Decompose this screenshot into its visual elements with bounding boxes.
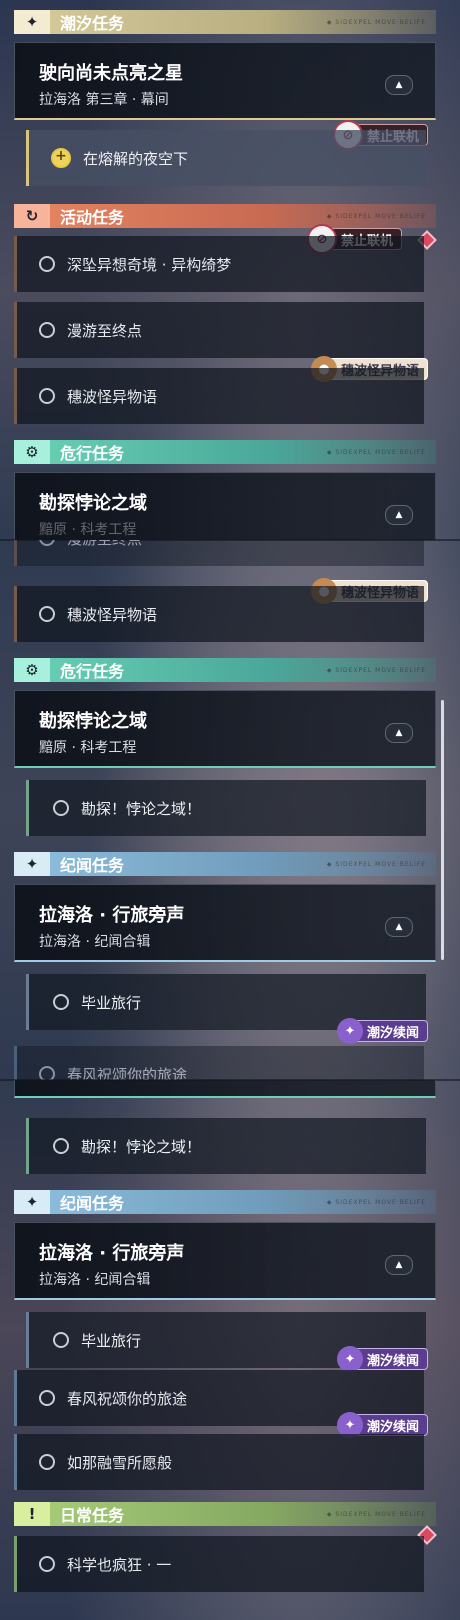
circle-icon bbox=[39, 256, 55, 272]
section-header-daily[interactable]: ! 日常任务 ◆ SIDEXPEL MOVE·BELIFE bbox=[14, 1502, 436, 1526]
scrollbar[interactable] bbox=[441, 700, 444, 960]
section-header-tide[interactable]: ✦ 潮汐任务 ◆ SIDEXPEL MOVE·BELIFE bbox=[14, 10, 436, 34]
chevron-up-icon[interactable]: ▲ bbox=[385, 75, 413, 95]
tide-icon: ✦ bbox=[337, 1018, 363, 1044]
section-title: 纪闻任务 bbox=[60, 1194, 125, 1213]
circle-icon bbox=[39, 322, 55, 338]
quest-card-risk[interactable]: 勘探悖论之域 黯原 · 科考工程 ▲ bbox=[14, 690, 436, 768]
gear-icon: ⚙ bbox=[14, 658, 50, 682]
list-item-news[interactable]: 春风祝颂你的旅途 bbox=[14, 1046, 424, 1080]
section-header-risk[interactable]: ⚙ 危行任务 ◆ SIDEXPEL MOVE·BELIFE bbox=[14, 440, 436, 464]
quest-card-news[interactable]: 拉海洛 · 行旅旁声 拉海洛 · 纪闻合辑 ▲ bbox=[14, 1222, 436, 1300]
quest-title: 勘探悖论之域 bbox=[39, 493, 147, 514]
list-item-daily[interactable]: 科学也疯狂 · 一 bbox=[14, 1536, 424, 1592]
section-deco-text: ◆ SIDEXPEL MOVE·BELIFE bbox=[326, 1510, 426, 1518]
quest-title: 拉海洛 · 行旅旁声 bbox=[39, 905, 185, 926]
section-deco-text: ◆ SIDEXPEL MOVE·BELIFE bbox=[326, 666, 426, 674]
quest-panel-view-2: 漫游至终点 ● 穗波怪异物语 穗波怪异物语 ⚙ 危行任务 ◆ SIDEXPEL … bbox=[0, 540, 460, 1080]
quest-subtitle: 拉海洛 · 纪闻合辑 bbox=[39, 934, 151, 950]
section-deco-text: ◆ SIDEXPEL MOVE·BELIFE bbox=[326, 212, 426, 220]
quest-title: 拉海洛 · 行旅旁声 bbox=[39, 1243, 185, 1264]
circle-icon bbox=[53, 800, 69, 816]
quest-subtitle: 黯原 · 科考工程 bbox=[39, 740, 137, 756]
section-title: 危行任务 bbox=[60, 662, 125, 681]
quest-step-active[interactable]: 在熔解的夜空下 bbox=[26, 130, 426, 186]
list-item-activity[interactable]: 穗波怪异物语 bbox=[14, 586, 424, 642]
circle-icon bbox=[39, 606, 55, 622]
circle-icon bbox=[39, 1390, 55, 1406]
quest-card-risk[interactable]: 勘探悖论之域 黯原 · 科考工程 ▲ bbox=[14, 472, 436, 540]
list-item-activity[interactable]: 穗波怪异物语 bbox=[14, 368, 424, 424]
section-deco-text: ◆ SIDEXPEL MOVE·BELIFE bbox=[326, 448, 426, 456]
gear-icon: ⚙ bbox=[14, 440, 50, 464]
section-header-risk[interactable]: ⚙ 危行任务 ◆ SIDEXPEL MOVE·BELIFE bbox=[14, 658, 436, 682]
circle-icon bbox=[39, 1556, 55, 1572]
section-title: 日常任务 bbox=[60, 1506, 125, 1525]
sparkle-icon: ✦ bbox=[14, 852, 50, 876]
plus-icon bbox=[51, 148, 71, 168]
chevron-up-icon[interactable]: ▲ bbox=[385, 505, 413, 525]
badge-tides-sequel: ✦ 潮汐续闻 bbox=[337, 1018, 429, 1044]
list-item-activity[interactable]: 深坠异想奇境 · 异构绮梦 bbox=[14, 236, 424, 292]
sparkle-icon: ✦ bbox=[14, 1190, 50, 1214]
quest-subtitle: 拉海洛 · 纪闻合辑 bbox=[39, 1272, 151, 1288]
section-title: 危行任务 bbox=[60, 444, 125, 463]
circle-icon bbox=[39, 540, 55, 546]
quest-step[interactable]: 勘探！悖论之域！ bbox=[26, 1118, 426, 1174]
refresh-icon: ↻ bbox=[14, 204, 50, 228]
quest-panel-view-1: ✦ 潮汐任务 ◆ SIDEXPEL MOVE·BELIFE 驶向尚未点亮之星 拉… bbox=[0, 0, 460, 540]
circle-icon bbox=[39, 388, 55, 404]
quest-step[interactable]: 勘探！悖论之域！ bbox=[26, 780, 426, 836]
section-deco-text: ◆ SIDEXPEL MOVE·BELIFE bbox=[326, 1198, 426, 1206]
alert-icon: ! bbox=[14, 1502, 50, 1526]
quest-panel-view-3: 勘探！悖论之域！ ✦ 纪闻任务 ◆ SIDEXPEL MOVE·BELIFE 拉… bbox=[0, 1080, 460, 1620]
quest-subtitle: 黯原 · 科考工程 bbox=[39, 522, 137, 538]
quest-title: 勘探悖论之域 bbox=[39, 711, 147, 732]
list-item-activity[interactable]: 漫游至终点 bbox=[14, 540, 424, 566]
circle-icon bbox=[53, 1138, 69, 1154]
tide-icon: ✦ bbox=[337, 1346, 363, 1372]
section-deco-text: ◆ SIDEXPEL MOVE·BELIFE bbox=[326, 18, 426, 26]
sparkle-icon: ✦ bbox=[14, 10, 50, 34]
quest-card-risk[interactable] bbox=[14, 1080, 436, 1098]
quest-step-label: 在熔解的夜空下 bbox=[83, 149, 189, 168]
chevron-up-icon[interactable]: ▲ bbox=[385, 917, 413, 937]
quest-title: 驶向尚未点亮之星 bbox=[39, 63, 183, 84]
circle-icon bbox=[53, 1332, 69, 1348]
section-deco-text: ◆ SIDEXPEL MOVE·BELIFE bbox=[326, 860, 426, 868]
quest-card-tide[interactable]: 驶向尚未点亮之星 拉海洛 第三章 · 幕间 ▲ bbox=[14, 42, 436, 120]
badge-tides-sequel: ✦ 潮汐续闻 bbox=[337, 1346, 429, 1372]
section-title: 活动任务 bbox=[60, 208, 125, 227]
chevron-up-icon[interactable]: ▲ bbox=[385, 1255, 413, 1275]
section-title: 纪闻任务 bbox=[60, 856, 125, 875]
section-header-activity[interactable]: ↻ 活动任务 ◆ SIDEXPEL MOVE·BELIFE bbox=[14, 204, 436, 228]
badge-tides-sequel: ✦ 潮汐续闻 bbox=[337, 1412, 429, 1438]
section-header-news[interactable]: ✦ 纪闻任务 ◆ SIDEXPEL MOVE·BELIFE bbox=[14, 852, 436, 876]
section-header-news[interactable]: ✦ 纪闻任务 ◆ SIDEXPEL MOVE·BELIFE bbox=[14, 1190, 436, 1214]
circle-icon bbox=[53, 994, 69, 1010]
list-item-activity[interactable]: 漫游至终点 bbox=[14, 302, 424, 358]
section-title: 潮汐任务 bbox=[60, 14, 125, 33]
circle-icon bbox=[39, 1454, 55, 1470]
chevron-up-icon[interactable]: ▲ bbox=[385, 723, 413, 743]
list-item-news[interactable]: 如那融雪所愿般 bbox=[14, 1434, 424, 1490]
circle-icon bbox=[39, 1066, 55, 1080]
quest-card-news[interactable]: 拉海洛 · 行旅旁声 拉海洛 · 纪闻合辑 ▲ bbox=[14, 884, 436, 962]
quest-subtitle: 拉海洛 第三章 · 幕间 bbox=[39, 92, 169, 108]
